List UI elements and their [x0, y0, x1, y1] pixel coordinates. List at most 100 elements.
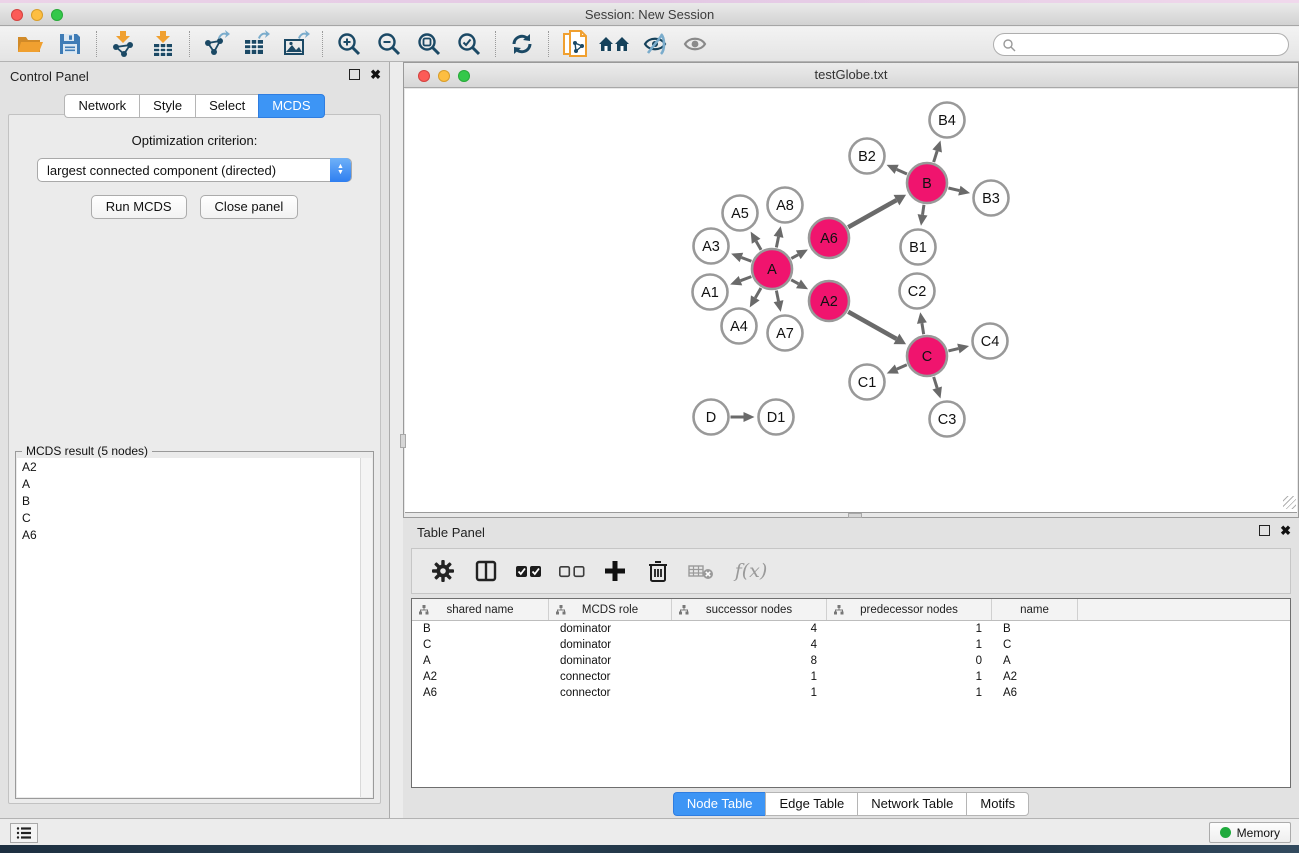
zoom-fit-button[interactable] [409, 29, 449, 59]
show-panel-list-button[interactable] [10, 823, 38, 843]
import-table-button[interactable] [143, 29, 183, 59]
network-canvas[interactable]: B4B2BB3A8A5A6A3B1AA1C2A2A4A7C4CC1C3DD1 [405, 89, 1297, 513]
export-table-button[interactable] [236, 29, 276, 59]
import-network-button[interactable] [103, 29, 143, 59]
cell-shared-name[interactable]: A [412, 653, 549, 669]
tab-edge-table[interactable]: Edge Table [765, 792, 857, 816]
graph-node-B2[interactable]: B2 [850, 139, 885, 174]
result-list-scrollbar[interactable] [360, 458, 372, 797]
cell-predecessor-nodes[interactable]: 1 [827, 685, 992, 701]
zoom-in-button[interactable] [329, 29, 369, 59]
graph-edge-C-C3[interactable] [934, 377, 938, 388]
cell-predecessor-nodes[interactable]: 0 [827, 653, 992, 669]
graph-node-B[interactable]: B [907, 163, 947, 203]
cell-shared-name[interactable]: A2 [412, 669, 549, 685]
cell-mcds-role[interactable]: dominator [549, 637, 672, 653]
graph-node-A6[interactable]: A6 [809, 218, 849, 258]
home-button[interactable] [595, 29, 635, 59]
graph-node-B1[interactable]: B1 [901, 230, 936, 265]
cell-successor-nodes[interactable]: 1 [672, 669, 827, 685]
list-item[interactable]: B [17, 492, 360, 509]
graph-edge-A-A1[interactable] [740, 277, 751, 281]
graph-node-C3[interactable]: C3 [930, 402, 965, 437]
graph-node-C2[interactable]: C2 [900, 274, 935, 309]
graph-node-C4[interactable]: C4 [973, 324, 1008, 359]
cell-name[interactable]: B [992, 621, 1078, 637]
mcds-result-list[interactable]: A2 A B C A6 [17, 458, 360, 797]
cell-successor-nodes[interactable]: 4 [672, 637, 827, 653]
table-row[interactable]: A6 connector 1 1 A6 [412, 685, 1290, 701]
cell-shared-name[interactable]: C [412, 637, 549, 653]
cell-successor-nodes[interactable]: 1 [672, 685, 827, 701]
deselect-all-button[interactable] [555, 555, 589, 587]
cell-name[interactable]: C [992, 637, 1078, 653]
cell-predecessor-nodes[interactable]: 1 [827, 637, 992, 653]
graph-edge-A-A6[interactable] [791, 255, 798, 259]
close-table-panel-icon[interactable]: ✖ [1280, 525, 1291, 536]
list-item[interactable]: A6 [17, 526, 360, 543]
graph-node-A[interactable]: A [752, 249, 792, 289]
split-table-button[interactable] [469, 555, 503, 587]
cell-mcds-role[interactable]: connector [549, 669, 672, 685]
save-session-button[interactable] [50, 29, 90, 59]
export-network-button[interactable] [196, 29, 236, 59]
table-row[interactable]: A2 connector 1 1 A2 [412, 669, 1290, 685]
graph-node-A2[interactable]: A2 [809, 281, 849, 321]
function-builder-button[interactable]: f(x) [727, 555, 775, 587]
close-panel-icon[interactable]: ✖ [370, 69, 381, 80]
tab-select[interactable]: Select [195, 94, 258, 118]
refresh-button[interactable] [502, 29, 542, 59]
duplicate-network-button[interactable] [555, 29, 595, 59]
graph-node-A7[interactable]: A7 [768, 316, 803, 351]
memory-button[interactable]: Memory [1209, 822, 1291, 843]
close-panel-button[interactable]: Close panel [200, 195, 299, 219]
tab-node-table[interactable]: Node Table [673, 792, 766, 816]
graph-edge-A-A5[interactable] [756, 241, 761, 250]
graph-node-A8[interactable]: A8 [768, 188, 803, 223]
list-item[interactable]: A [17, 475, 360, 492]
graph-node-A4[interactable]: A4 [722, 309, 757, 344]
graph-node-A5[interactable]: A5 [723, 196, 758, 231]
tab-style[interactable]: Style [139, 94, 195, 118]
cell-shared-name[interactable]: A6 [412, 685, 549, 701]
graph-edge-A2-C[interactable] [848, 312, 896, 339]
graph-node-A3[interactable]: A3 [694, 229, 729, 264]
resize-grip-icon[interactable] [1283, 496, 1296, 509]
cell-name[interactable]: A6 [992, 685, 1078, 701]
cell-shared-name[interactable]: B [412, 621, 549, 637]
graph-node-C[interactable]: C [907, 336, 947, 376]
column-header-predecessor-nodes[interactable]: predecessor nodes [827, 599, 992, 620]
graph-edge-B-B1[interactable] [923, 205, 924, 215]
graph-edge-A-A4[interactable] [755, 288, 761, 298]
table-settings-button[interactable] [426, 555, 460, 587]
cell-mcds-role[interactable]: dominator [549, 621, 672, 637]
column-header-name[interactable]: name [992, 599, 1078, 620]
delete-column-button[interactable] [641, 555, 675, 587]
cell-predecessor-nodes[interactable]: 1 [827, 669, 992, 685]
tab-mcds[interactable]: MCDS [258, 94, 324, 118]
export-image-button[interactable] [276, 29, 316, 59]
float-table-panel-icon[interactable] [1259, 525, 1270, 536]
open-file-button[interactable] [10, 29, 50, 59]
list-item[interactable]: A2 [17, 458, 360, 475]
show-all-button[interactable] [675, 29, 715, 59]
node-table[interactable]: shared name MCDS role successor nodes pr… [411, 598, 1291, 788]
graph-node-A1[interactable]: A1 [693, 275, 728, 310]
cell-name[interactable]: A2 [992, 669, 1078, 685]
graph-edge-B-B3[interactable] [948, 188, 959, 191]
add-column-button[interactable] [598, 555, 632, 587]
delete-table-button[interactable] [684, 555, 718, 587]
graph-edge-A6-B[interactable] [848, 200, 896, 227]
run-mcds-button[interactable]: Run MCDS [91, 195, 187, 219]
graph-edge-C-C2[interactable] [922, 323, 924, 334]
graph-node-D1[interactable]: D1 [759, 400, 794, 435]
graph-node-D[interactable]: D [694, 400, 729, 435]
graph-edge-A-A7[interactable] [776, 291, 778, 302]
cell-mcds-role[interactable]: connector [549, 685, 672, 701]
hide-selected-button[interactable] [635, 29, 675, 59]
float-panel-icon[interactable] [349, 69, 360, 80]
table-row[interactable]: A dominator 8 0 A [412, 653, 1290, 669]
tab-network-table[interactable]: Network Table [857, 792, 966, 816]
graph-edge-C-C4[interactable] [948, 349, 958, 351]
graph-edge-C-C1[interactable] [897, 365, 907, 369]
